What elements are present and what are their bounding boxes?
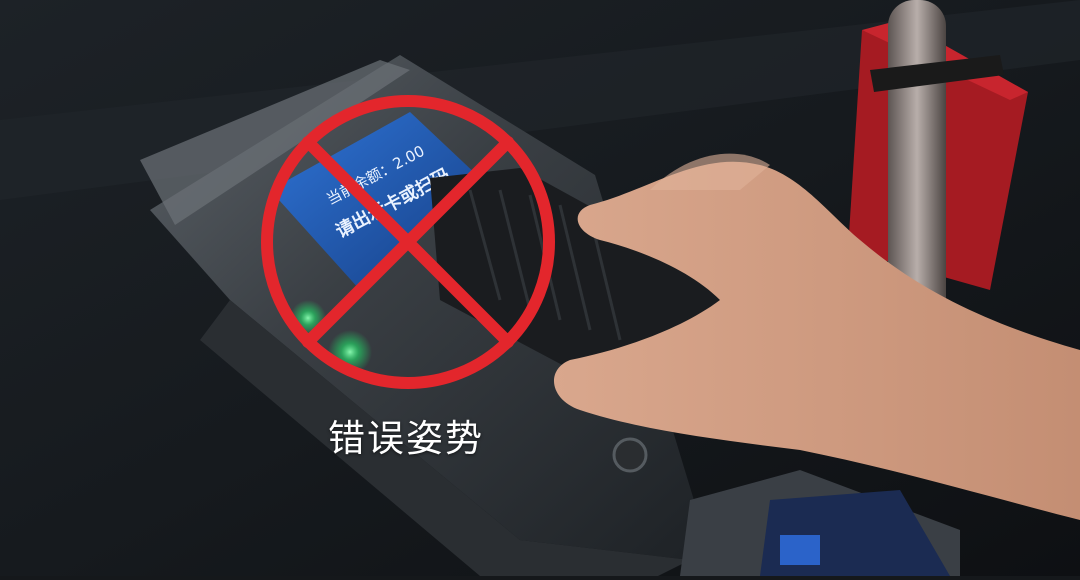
photo-scene: 当前余额：2.00 请出示卡或扫码 [0, 0, 1080, 580]
scene-illustration: 当前余额：2.00 请出示卡或扫码 [0, 0, 1080, 580]
caption-wrong-posture: 错误姿势 [328, 417, 484, 460]
